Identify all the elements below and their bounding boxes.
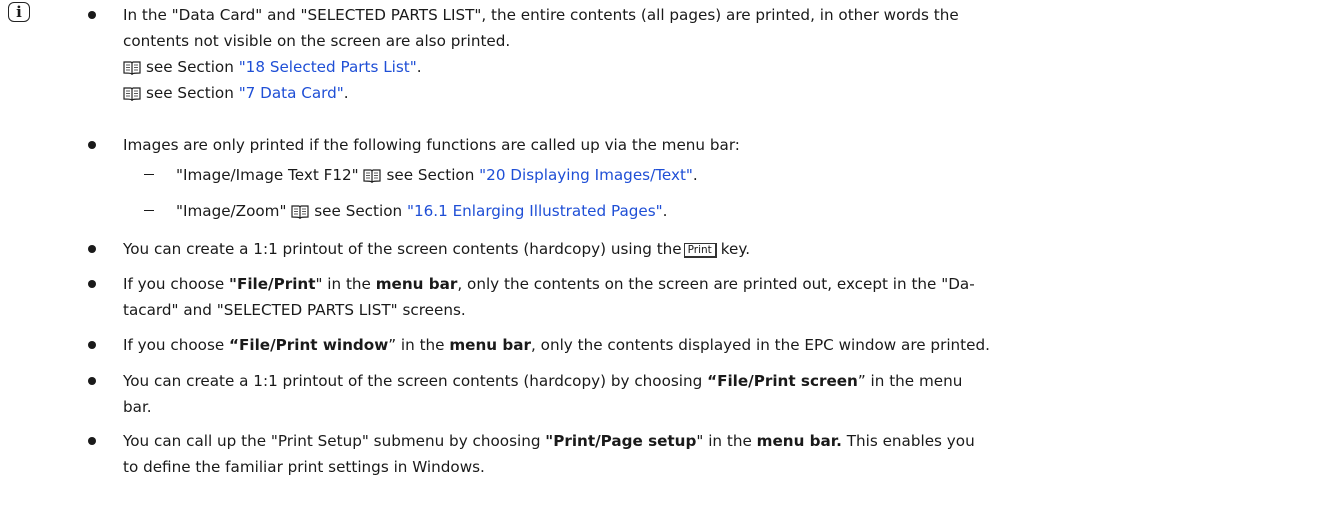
ref-suffix: .	[662, 202, 668, 220]
link-16-1-enlarging-illustrated-pages[interactable]: "16.1 Enlarging Illustrated Pages"	[407, 202, 663, 220]
b3-text: You can create a 1:1 printout of the scr…	[123, 239, 750, 259]
text-run: You can create a 1:1 printout of the scr…	[123, 372, 708, 390]
b4-line2: tacard" and "SELECTED PARTS LIST" screen…	[123, 301, 466, 319]
ref-suffix: .	[343, 84, 349, 102]
b6-line2: bar.	[123, 398, 152, 416]
book-icon	[291, 205, 309, 219]
text-run: If you choose	[123, 336, 230, 354]
item-label: "Image/Image Text F12"	[176, 166, 364, 184]
text-run: " in the	[696, 432, 757, 450]
text-run: If you choose	[123, 275, 230, 293]
b4-line1: If you choose "File/Print" in the menu b…	[123, 274, 975, 294]
bullet-7	[88, 437, 96, 445]
menu-path-print-page-setup: "Print/Page setup	[545, 432, 697, 450]
text-run: , only the contents on the screen are pr…	[457, 275, 975, 293]
link-20-displaying-images-text[interactable]: "20 Displaying Images/Text"	[479, 166, 693, 184]
b7-line1: You can call up the "Print Setup" submen…	[123, 431, 975, 451]
bullet-5	[88, 341, 96, 349]
b1-line1: In the "Data Card" and "SELECTED PARTS L…	[123, 6, 959, 24]
b7-line2: to define the familiar print settings in…	[123, 458, 485, 476]
ref-prefix: see Section	[314, 202, 407, 220]
text-run: " in the	[315, 275, 376, 293]
b1-line2: contents not visible on the screen are a…	[123, 32, 511, 50]
menu-path-file-print-screen: “File/Print screen	[707, 372, 858, 390]
text-run: This enables you	[841, 432, 975, 450]
item-label: "Image/Zoom"	[176, 202, 292, 220]
b6-line1: You can create a 1:1 printout of the scr…	[123, 371, 962, 391]
link-18-selected-parts-list[interactable]: "18 Selected Parts List"	[239, 58, 417, 76]
menu-bar-term: menu bar	[375, 275, 458, 293]
b5-text: If you choose “File/Print window” in the…	[123, 335, 990, 355]
menu-path-file-print-window: “File/Print window	[229, 336, 389, 354]
b2-item1: "Image/Image Text F12" see Section "20 D…	[176, 165, 698, 185]
menu-bar-term: menu bar	[449, 336, 531, 354]
dash-1	[144, 174, 154, 176]
b3-prefix: You can create a 1:1 printout of the scr…	[123, 240, 682, 258]
b3-suffix: key.	[720, 240, 751, 258]
b1-ref2: see Section "7 Data Card".	[123, 83, 349, 103]
book-icon	[123, 61, 141, 75]
b2-text: Images are only printed if the following…	[123, 136, 740, 154]
bullet-3	[88, 245, 96, 253]
book-icon	[363, 169, 382, 183]
ref-prefix: see Section	[386, 166, 480, 184]
dash-2	[144, 210, 154, 212]
text-run: ” in the	[388, 336, 450, 354]
ref-prefix: see Section	[146, 58, 239, 76]
text-run: , only the contents displayed in the EPC…	[531, 336, 990, 354]
bullet-4	[88, 280, 96, 288]
b1-ref1: see Section "18 Selected Parts List".	[123, 57, 422, 77]
ref-suffix: .	[692, 166, 698, 184]
text-run: You can call up the "Print Setup" submen…	[123, 432, 546, 450]
book-icon	[123, 87, 141, 101]
b2-item2: "Image/Zoom" see Section "16.1 Enlarging…	[176, 201, 667, 221]
info-icon: i	[8, 2, 30, 22]
bullet-2	[88, 141, 96, 149]
menu-bar-term: menu bar.	[756, 432, 842, 450]
bullet-6	[88, 377, 96, 385]
bullet-1	[88, 11, 96, 19]
link-7-data-card[interactable]: "7 Data Card"	[239, 84, 344, 102]
print-key: Print	[683, 243, 717, 258]
text-run: ” in the menu	[857, 372, 963, 390]
menu-path-file-print: "File/Print	[229, 275, 316, 293]
ref-suffix: .	[416, 58, 422, 76]
ref-prefix: see Section	[146, 84, 239, 102]
